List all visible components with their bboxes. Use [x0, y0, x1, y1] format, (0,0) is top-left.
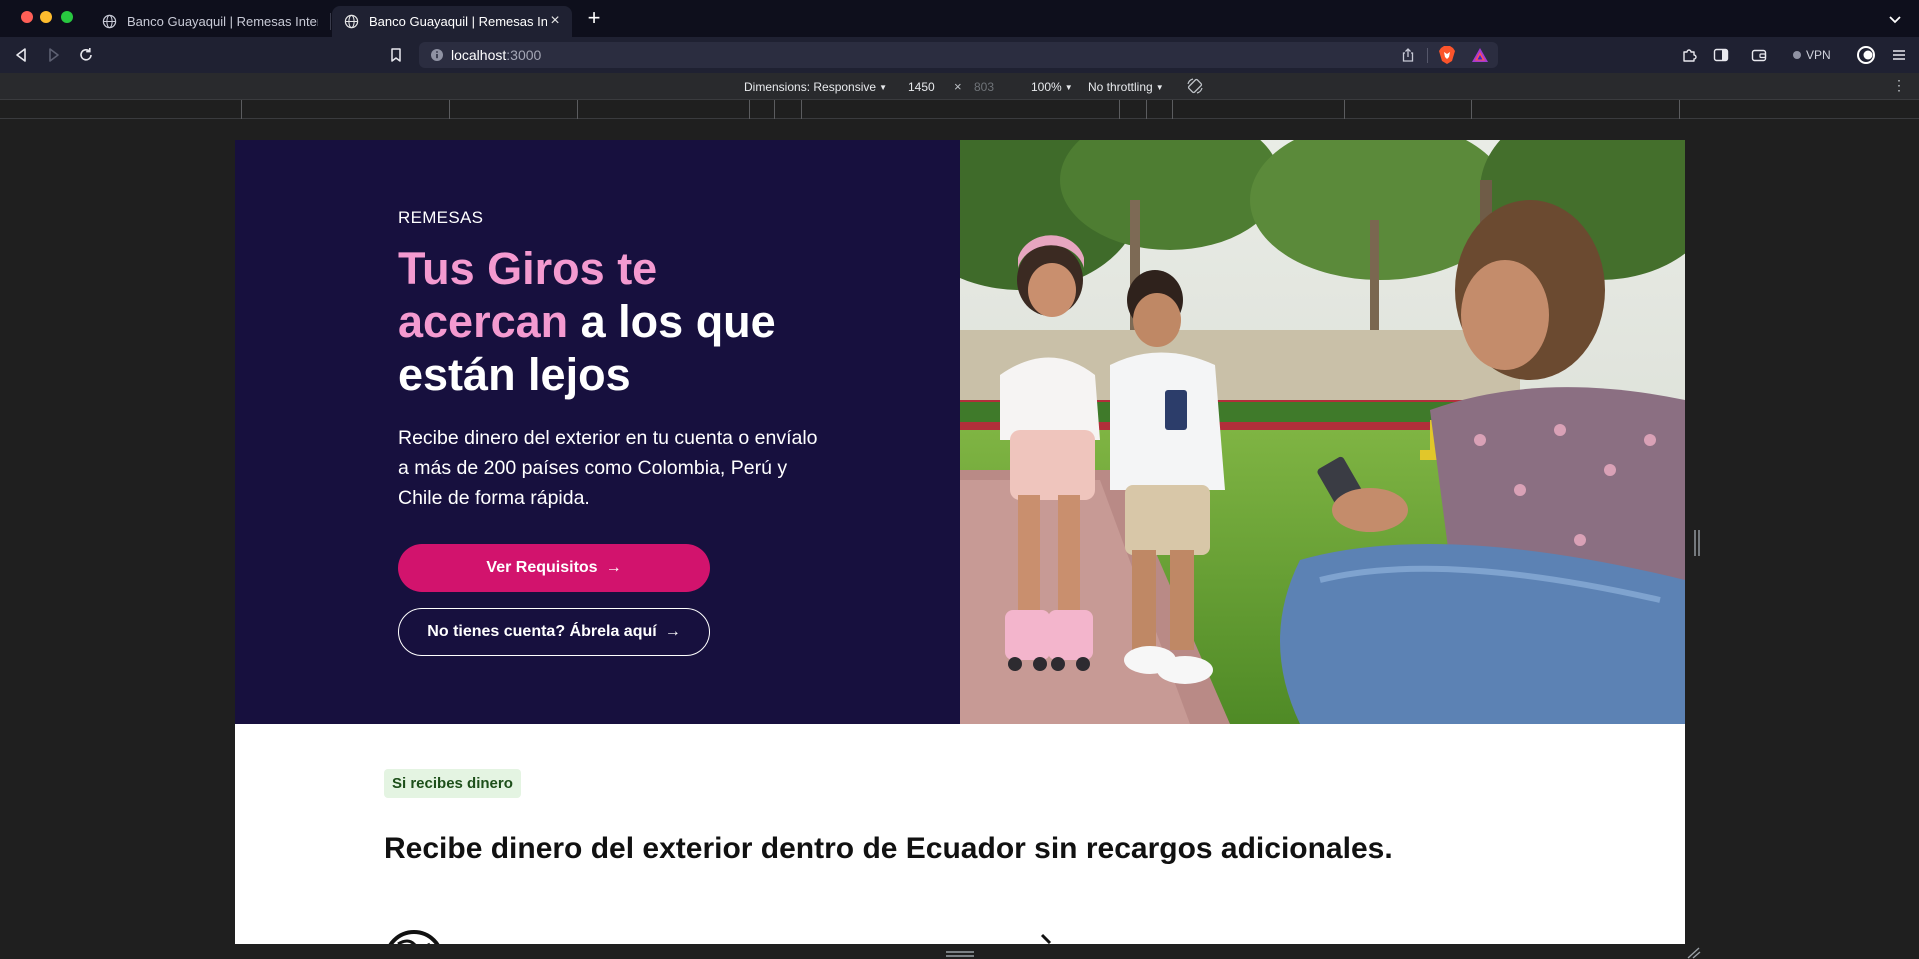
media-query-marker[interactable] — [449, 100, 450, 119]
rotate-icon[interactable] — [1186, 77, 1204, 95]
chevron-down-icon[interactable] — [1886, 10, 1904, 28]
minimize-window-button[interactable] — [40, 11, 52, 23]
media-query-marker[interactable] — [1679, 100, 1680, 119]
brave-rewards-icon[interactable] — [1471, 46, 1489, 64]
reload-icon[interactable] — [77, 46, 95, 64]
menu-icon[interactable] — [1890, 46, 1908, 64]
wallet-icon[interactable] — [1750, 46, 1768, 64]
media-query-marker[interactable] — [241, 100, 242, 119]
globe-icon — [344, 14, 359, 29]
zoom-dropdown[interactable]: 100% ▼ — [1031, 80, 1073, 94]
bookmark-icon[interactable] — [387, 46, 405, 64]
hero-section: REMESAS Tus Giros te acercan a los que e… — [235, 140, 1685, 724]
back-icon[interactable] — [12, 46, 30, 64]
resize-handle-right[interactable] — [1693, 530, 1701, 556]
hero-title: Tus Giros te acercan a los que están lej… — [398, 242, 818, 401]
dimension-separator: × — [954, 79, 962, 94]
globe-icon — [388, 930, 440, 944]
dimensions-dropdown[interactable]: Dimensions: Responsive ▼ — [744, 80, 887, 94]
url-text: localhost:3000 — [451, 47, 542, 63]
address-bar[interactable]: localhost:3000 — [419, 42, 1498, 68]
vpn-button[interactable]: VPN — [1793, 45, 1831, 65]
tab-title: Banco Guayaquil | Remesas Internacionale… — [369, 14, 547, 29]
throttling-dropdown[interactable]: No throttling ▼ — [1088, 80, 1164, 94]
page-viewport: REMESAS Tus Giros te acercan a los que e… — [235, 140, 1685, 944]
brave-shields-icon[interactable] — [1438, 45, 1456, 65]
media-query-marker[interactable] — [1344, 100, 1345, 119]
hero-photo — [960, 140, 1685, 724]
maximize-window-button[interactable] — [61, 11, 73, 23]
view-requirements-button[interactable]: Ver Requisitos → — [398, 544, 710, 592]
chevron-icon — [1040, 933, 1052, 944]
media-query-marker[interactable] — [1146, 100, 1147, 119]
tab-bar: Banco Guayaquil | Remesas Internacionale… — [0, 0, 1919, 37]
browser-tab[interactable]: Banco Guayaquil | Remesas Internacionale… — [90, 6, 330, 37]
media-query-bar[interactable] — [0, 100, 1919, 119]
tab-title: Banco Guayaquil | Remesas Internacionale… — [127, 14, 318, 29]
section-title: Recibe dinero del exterior dentro de Ecu… — [384, 832, 1393, 865]
hero-description: Recibe dinero del exterior en tu cuenta … — [398, 427, 818, 509]
tab-divider — [330, 13, 331, 30]
button-label: No tienes cuenta? Ábrela aquí — [427, 623, 657, 640]
media-query-marker[interactable] — [749, 100, 750, 119]
extensions-icon[interactable] — [1680, 46, 1698, 64]
media-query-marker[interactable] — [801, 100, 802, 119]
browser-toolbar: localhost:3000 VPN — [0, 37, 1919, 73]
vpn-label: VPN — [1806, 48, 1831, 62]
arrow-right-icon: → — [605, 559, 622, 576]
more-options-icon[interactable]: ⋮ — [1892, 78, 1906, 93]
device-toolbar: Dimensions: Responsive ▼ 1450 × 803 100% ▼… — [0, 73, 1919, 100]
site-info-icon[interactable] — [430, 48, 444, 62]
hero-content: REMESAS Tus Giros te acercan a los que e… — [398, 208, 818, 513]
receive-money-section: Si recibes dinero Recibe dinero del exte… — [235, 724, 1685, 944]
button-label: Ver Requisitos — [486, 559, 598, 576]
forward-icon[interactable] — [45, 46, 63, 64]
close-window-button[interactable] — [21, 11, 33, 23]
media-query-marker[interactable] — [1119, 100, 1120, 119]
media-query-marker[interactable] — [577, 100, 578, 119]
open-account-button[interactable]: No tienes cuenta? Ábrela aquí → — [398, 608, 710, 656]
globe-icon — [102, 14, 117, 29]
hero-eyebrow: REMESAS — [398, 208, 484, 227]
leo-ai-icon[interactable] — [1856, 45, 1876, 65]
width-input[interactable]: 1450 — [908, 80, 935, 94]
height-input[interactable]: 803 — [974, 80, 994, 94]
resize-handle-corner[interactable] — [1687, 947, 1701, 959]
new-tab-button[interactable]: + — [583, 7, 605, 30]
close-tab-icon[interactable]: × — [548, 13, 562, 29]
media-query-marker[interactable] — [774, 100, 775, 119]
section-badge: Si recibes dinero — [384, 769, 521, 798]
sidebar-icon[interactable] — [1712, 46, 1730, 64]
divider — [1427, 48, 1428, 63]
media-query-marker[interactable] — [1471, 100, 1472, 119]
share-icon[interactable] — [1400, 47, 1416, 63]
vpn-status-icon — [1793, 51, 1801, 59]
resize-handle-bottom[interactable] — [946, 950, 974, 958]
browser-tab-active[interactable]: Banco Guayaquil | Remesas Internacionale… — [332, 6, 572, 37]
arrow-right-icon: → — [664, 623, 681, 640]
media-query-marker[interactable] — [1172, 100, 1173, 119]
